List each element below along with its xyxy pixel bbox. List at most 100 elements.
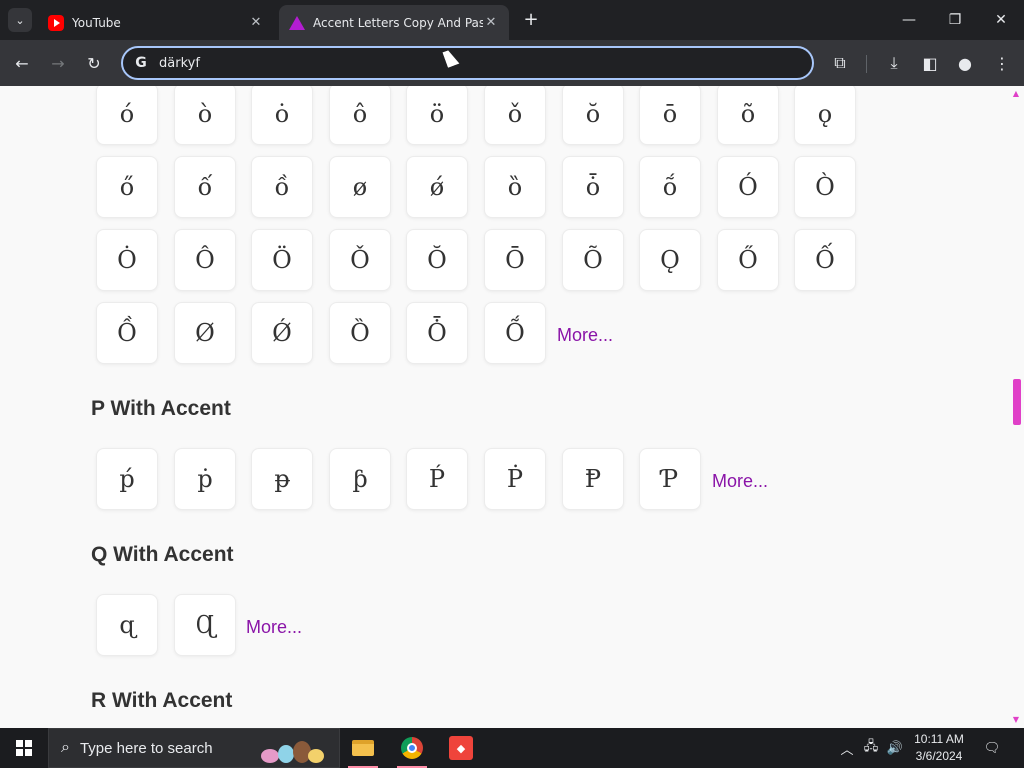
accent-letter-tile[interactable]: Ṗ: [484, 448, 546, 510]
accent-letter-tile[interactable]: ǒ: [484, 86, 546, 145]
notifications-button[interactable]: 🗨: [978, 728, 1006, 768]
accent-letter-tile[interactable]: Ȯ: [96, 229, 158, 291]
reload-button[interactable]: ↻: [82, 51, 106, 75]
taskbar-clock[interactable]: 10:11 AM 3/6/2024: [906, 731, 972, 765]
p-more-link[interactable]: More...: [712, 471, 768, 492]
accent-letter-tile[interactable]: ǫ: [794, 86, 856, 145]
restore-button[interactable]: ❐: [932, 0, 978, 40]
accent-letter-tile[interactable]: ố: [174, 156, 236, 218]
easter-decoration-icon: [261, 741, 324, 763]
scroll-thumb[interactable]: [1013, 379, 1021, 425]
menu-button[interactable]: ⋮: [990, 51, 1014, 75]
q-more-link[interactable]: More...: [246, 617, 302, 638]
minimize-button[interactable]: —: [886, 0, 932, 40]
accent-letter-tile[interactable]: ṍ: [639, 156, 701, 218]
accent-letter-tile[interactable]: Ö: [251, 229, 313, 291]
accent-letter-tile[interactable]: Ŏ: [406, 229, 468, 291]
o-more-link[interactable]: More...: [557, 325, 613, 346]
volume-button[interactable]: 🔊: [884, 728, 906, 768]
profile-button[interactable]: ●: [953, 51, 977, 75]
accent-letter-tile[interactable]: Ǒ: [329, 229, 391, 291]
windows-logo-icon: [16, 740, 32, 756]
start-button[interactable]: [0, 728, 48, 768]
accent-letter-tile[interactable]: Ó: [717, 156, 779, 218]
back-button[interactable]: ←: [10, 51, 34, 75]
accent-letter-tile[interactable]: ō: [639, 86, 701, 145]
accent-letter-tile[interactable]: Ᵽ: [562, 448, 624, 510]
chrome-taskbar-button[interactable]: [389, 728, 435, 768]
youtube-icon: [48, 14, 64, 31]
address-bar[interactable]: G därkyf: [121, 46, 814, 80]
accent-letter-tile[interactable]: Õ: [562, 229, 624, 291]
accent-letter-tile[interactable]: ö: [406, 86, 468, 145]
accent-letter-tile[interactable]: ø: [329, 156, 391, 218]
google-icon: G: [135, 55, 147, 71]
puzzle-icon: ⧉: [834, 53, 846, 72]
accent-letter-tile[interactable]: Ṕ: [406, 448, 468, 510]
accent-letter-tile[interactable]: Ǿ: [251, 302, 313, 364]
site-triangle-icon: [289, 15, 305, 30]
accent-letter-tile[interactable]: Ò: [794, 156, 856, 218]
accent-letter-tile[interactable]: Ő: [717, 229, 779, 291]
accent-letter-tile[interactable]: ƥ: [329, 448, 391, 510]
accent-letter-tile[interactable]: Ȱ: [406, 302, 468, 364]
arrow-left-icon: ←: [15, 53, 29, 73]
accent-letter-tile[interactable]: ᵽ: [251, 448, 313, 510]
scroll-down-icon[interactable]: ▼: [1008, 714, 1024, 726]
accent-letter-tile[interactable]: ṕ: [96, 448, 158, 510]
accent-letter-tile[interactable]: Ô: [174, 229, 236, 291]
accent-letter-tile[interactable]: ő: [96, 156, 158, 218]
close-window-button[interactable]: ✕: [978, 0, 1024, 40]
accent-letter-tile[interactable]: Ǫ: [639, 229, 701, 291]
scroll-up-icon[interactable]: ▲: [1008, 88, 1024, 100]
accent-letter-tile[interactable]: Ƥ: [639, 448, 701, 510]
accent-letter-tile[interactable]: ȯ: [251, 86, 313, 145]
close-tab-icon[interactable]: ✕: [248, 15, 264, 30]
accent-letter-tile[interactable]: Ȍ: [329, 302, 391, 364]
address-text[interactable]: därkyf: [159, 56, 200, 71]
accent-letter-tile[interactable]: Ṍ: [484, 302, 546, 364]
new-tab-button[interactable]: +: [520, 9, 542, 31]
reload-icon: ↻: [87, 53, 101, 73]
accent-letter-tile[interactable]: ŏ: [562, 86, 624, 145]
accent-letter-tile[interactable]: ó: [96, 86, 158, 145]
anydesk-taskbar-button[interactable]: ◆: [438, 728, 484, 768]
accent-letter-tile[interactable]: Ō: [484, 229, 546, 291]
side-panel-button[interactable]: ◧: [918, 51, 942, 75]
accent-letter-tile[interactable]: Ɋ: [174, 594, 236, 656]
network-icon: 🖧: [863, 739, 879, 754]
network-button[interactable]: 🖧: [860, 728, 882, 768]
tab-search-button[interactable]: ⌄: [8, 8, 32, 32]
browser-toolbar: ← → ↻ G därkyf ⧉ ⤓ ◧ ● ⋮: [0, 40, 1024, 86]
accent-letter-tile[interactable]: ɋ: [96, 594, 158, 656]
clock-date: 3/6/2024: [915, 749, 963, 763]
download-icon: ⤓: [890, 53, 898, 72]
tab-youtube[interactable]: YouTube ✕: [38, 5, 274, 40]
close-tab-icon[interactable]: ✕: [483, 15, 499, 30]
accent-letter-tile[interactable]: ṗ: [174, 448, 236, 510]
page-content: óòȯôöǒŏōõǫ őốồøǿȍȱṍÓÒ ȮÔÖǑŎŌÕǪŐỐ ỒØǾȌȰṌ Mor…: [0, 86, 1024, 728]
speaker-icon: 🔊: [886, 740, 904, 756]
accent-letter-tile[interactable]: Ồ: [96, 302, 158, 364]
tab-title: Accent Letters Copy And Paste: [313, 15, 483, 30]
accent-letter-tile[interactable]: ȍ: [484, 156, 546, 218]
tab-accent-letters[interactable]: Accent Letters Copy And Paste ✕: [279, 5, 509, 40]
file-explorer-button[interactable]: [340, 728, 386, 768]
downloads-button[interactable]: ⤓: [882, 51, 906, 75]
accent-letter-tile[interactable]: Ø: [174, 302, 236, 364]
accent-letter-tile[interactable]: õ: [717, 86, 779, 145]
accent-letter-tile[interactable]: ȱ: [562, 156, 624, 218]
anydesk-icon: ◆: [449, 736, 473, 760]
accent-letter-tile[interactable]: ǿ: [406, 156, 468, 218]
accent-letter-tile[interactable]: ồ: [251, 156, 313, 218]
accent-letter-tile[interactable]: Ố: [794, 229, 856, 291]
r-section-heading: R With Accent: [91, 689, 233, 712]
accent-letter-tile[interactable]: ò: [174, 86, 236, 145]
forward-button[interactable]: →: [46, 51, 70, 75]
page-scrollbar[interactable]: ▲ ▼: [1008, 86, 1024, 728]
extensions-button[interactable]: ⧉: [828, 51, 852, 75]
accent-letter-tile[interactable]: ô: [329, 86, 391, 145]
chrome-icon: [401, 737, 423, 759]
tray-overflow-button[interactable]: ︿: [838, 728, 856, 768]
search-icon: ⌕: [61, 739, 70, 756]
